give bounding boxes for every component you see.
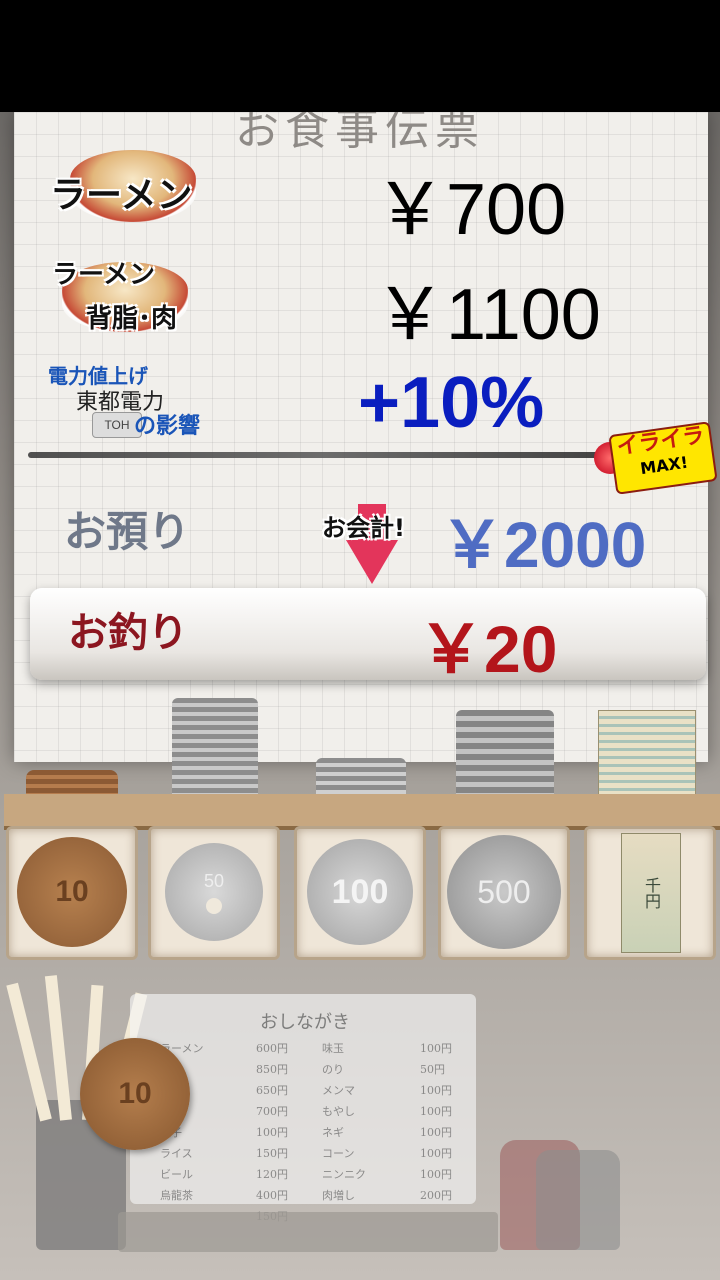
money-tray <box>4 794 720 830</box>
coin-10-label: 10 <box>55 875 89 908</box>
coin-100-button[interactable]: 100 <box>294 826 426 960</box>
menu-price: 100円 <box>420 1147 452 1160</box>
menu-item: 肉増し <box>322 1189 355 1202</box>
coin-stack-50 <box>172 698 258 806</box>
power-label-bottom: の影響 <box>134 414 201 439</box>
menu-price: 150円 <box>256 1147 288 1160</box>
coin-100-icon: 100 <box>307 839 413 945</box>
down-arrow-icon <box>346 540 398 584</box>
dropped-coin-label: 10 <box>118 1077 152 1110</box>
menu-price: 100円 <box>420 1126 452 1139</box>
status-bar <box>0 0 720 112</box>
receipt-divider <box>28 452 618 458</box>
menu-item: コーン <box>322 1147 355 1160</box>
checkout-label: お会計! <box>322 514 405 542</box>
menu-price: 100円 <box>420 1084 452 1097</box>
change-amount: ￥20 <box>418 612 558 686</box>
bill-1000-label: 千円 <box>642 877 661 909</box>
menu-price: 850円 <box>256 1063 288 1076</box>
coin-100-label: 100 <box>331 872 389 911</box>
special-ramen-label-bottom: 背脂･肉 <box>86 304 178 334</box>
menu-price: 100円 <box>420 1042 452 1055</box>
bill-1000-button[interactable]: 千円 <box>584 826 716 960</box>
coin-500-button[interactable]: 500 <box>438 826 570 960</box>
menu-price: 50円 <box>420 1063 445 1076</box>
coin-500-icon: 500 <box>447 835 561 949</box>
menu-price: 650円 <box>256 1084 288 1097</box>
power-logo-text: TOH <box>104 418 130 432</box>
coin-50-button[interactable]: 50 <box>148 826 280 960</box>
menu-price: 100円 <box>256 1126 288 1139</box>
ramen-label: ラーメン <box>50 174 193 216</box>
menu-price: 400円 <box>256 1189 288 1202</box>
change-label: お釣り <box>68 609 188 656</box>
menu-price: 200円 <box>420 1189 452 1202</box>
menu-item: のり <box>322 1063 344 1076</box>
sauce-pot-icon <box>536 1150 620 1250</box>
menu-price: 600円 <box>256 1042 288 1055</box>
menu-item: ビール <box>160 1168 193 1181</box>
menu-item: 味玉 <box>322 1042 344 1055</box>
coin-50-label: 50 <box>203 870 225 891</box>
menu-item: もやし <box>322 1105 355 1118</box>
menu-item: ライス <box>160 1147 193 1160</box>
menu-stand-base <box>118 1212 498 1252</box>
menu-item: ネギ <box>322 1126 344 1139</box>
special-ramen-label-top: ラーメン <box>52 260 155 290</box>
coin-10-button[interactable]: 10 <box>6 826 138 960</box>
menu-price: 100円 <box>420 1105 452 1118</box>
menu-item: 烏龍茶 <box>160 1189 193 1202</box>
special-ramen-price: ￥1100 <box>374 275 601 355</box>
bill-1000-icon: 千円 <box>621 833 681 953</box>
receipt-title: お食事伝票 <box>235 112 485 152</box>
menu-price: 120円 <box>256 1168 288 1181</box>
dropped-coin-10[interactable]: 10 <box>80 1038 190 1150</box>
menu-title: おしながき <box>260 1012 350 1033</box>
coin-500-label: 500 <box>477 873 531 910</box>
menu-item: メンマ <box>322 1084 355 1097</box>
coin-50-hole <box>206 897 222 914</box>
coin-50-icon: 50 <box>165 843 263 941</box>
menu-item: ニンニク <box>322 1168 366 1181</box>
surcharge-percent: +10% <box>358 363 545 443</box>
coin-stack-500 <box>456 710 554 806</box>
coin-10-icon: 10 <box>17 837 127 947</box>
ramen-price: ￥700 <box>374 170 567 250</box>
menu-price: 700円 <box>256 1105 288 1118</box>
deposit-amount: ￥2000 <box>440 509 647 581</box>
deposit-label: お預り <box>64 507 191 556</box>
menu-price: 100円 <box>420 1168 452 1181</box>
